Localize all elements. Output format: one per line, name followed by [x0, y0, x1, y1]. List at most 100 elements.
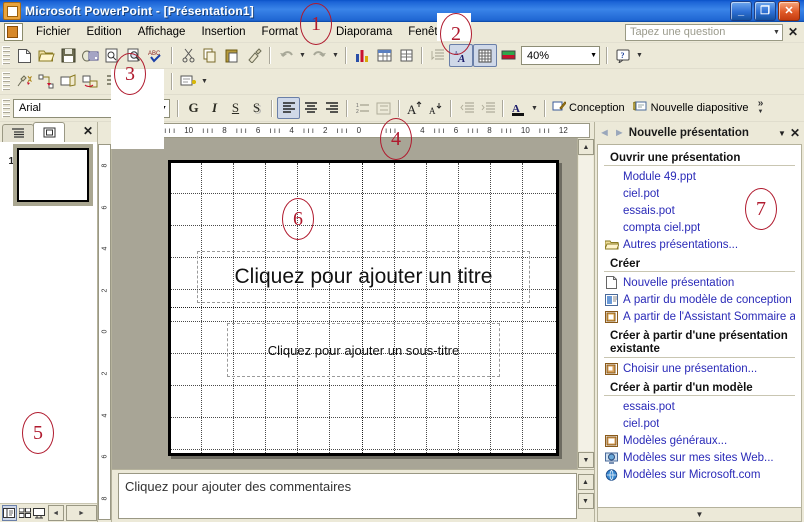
slides-tab[interactable] [33, 122, 65, 142]
redo-icon[interactable] [308, 45, 330, 66]
toolbar-grip[interactable] [2, 98, 10, 118]
scroll-down-button[interactable]: ▼ [578, 452, 594, 468]
grid-icon[interactable] [473, 44, 497, 67]
cut-icon[interactable] [177, 45, 199, 66]
title-placeholder[interactable]: Cliquez pour ajouter un titre [197, 251, 530, 303]
format-painter-icon[interactable] [243, 45, 265, 66]
scroll-up-button[interactable]: ▲ [578, 139, 594, 155]
close-pane-icon[interactable]: ✕ [83, 124, 93, 138]
decrease-indent-icon[interactable] [456, 98, 477, 118]
drawing-overflow-icon[interactable]: ▼ [199, 71, 210, 92]
general-templates-link[interactable]: Modèles généraux... [623, 435, 727, 447]
task-pane-more-button[interactable]: ▼ [597, 507, 802, 522]
new-presentation-link[interactable]: Nouvelle présentation [623, 277, 734, 289]
increase-font-size-icon[interactable]: A [404, 98, 425, 118]
spellcheck-icon[interactable]: ABC [145, 45, 167, 66]
scrollbar-track[interactable] [579, 156, 593, 451]
color-grayscale-icon[interactable] [497, 45, 519, 66]
align-right-icon[interactable] [321, 98, 342, 118]
notes-scrollbar[interactable]: ▲ ▼ [577, 470, 594, 522]
notes-scroll-up[interactable]: ▲ [577, 474, 594, 490]
pane-scroll-right[interactable]: ► [65, 505, 98, 521]
decrease-font-size-icon[interactable]: A [425, 98, 446, 118]
new-document-icon[interactable] [13, 45, 35, 66]
underline-button[interactable]: S [225, 98, 246, 118]
numbered-list-icon[interactable]: 12 [352, 98, 373, 118]
subtitle-placeholder[interactable]: Cliquez pour ajouter un sous-titre [227, 323, 500, 377]
thumbnail-row[interactable]: 1 [4, 144, 97, 206]
undo-dropdown-icon[interactable]: ▼ [297, 45, 308, 66]
outline-levels-icon[interactable] [427, 45, 449, 66]
slide-vertical-scrollbar[interactable]: ▲ ▼ [577, 138, 594, 469]
notes-scroll-down[interactable]: ▼ [577, 493, 594, 509]
new-slide-icon[interactable] [177, 71, 199, 92]
align-left-icon[interactable] [277, 97, 300, 119]
recent-file-link[interactable]: ciel.pot [623, 188, 659, 200]
microsoft-templates-link[interactable]: Modèles sur Microsoft.com [623, 469, 760, 481]
restore-button[interactable]: ❐ [754, 1, 776, 21]
menu-fichier[interactable]: Fichier [28, 24, 79, 40]
undo-icon[interactable] [275, 45, 297, 66]
menu-edition[interactable]: Edition [79, 24, 130, 40]
search-file-icon[interactable] [101, 45, 123, 66]
help-dropdown-icon[interactable]: ▼ [634, 45, 645, 66]
design-icon[interactable] [57, 71, 79, 92]
template-link[interactable]: ciel.pot [623, 418, 659, 430]
insert-table-icon[interactable] [373, 45, 395, 66]
close-icon[interactable]: ✕ [790, 126, 800, 140]
slide-sorter-view-icon[interactable] [18, 506, 32, 520]
insert-columns-icon[interactable] [395, 45, 417, 66]
italic-button[interactable]: I [204, 98, 225, 118]
normal-view-icon[interactable] [2, 505, 17, 521]
pane-scroll-left[interactable]: ◄ [47, 505, 64, 521]
chevron-down-icon[interactable]: ▼ [773, 29, 780, 36]
align-center-icon[interactable] [300, 98, 321, 118]
font-color-icon[interactable]: A [508, 98, 529, 118]
forward-icon[interactable]: ► [614, 127, 625, 139]
recent-file-link[interactable]: Module 49.ppt [623, 171, 696, 183]
font-color-dropdown-icon[interactable]: ▼ [529, 98, 540, 119]
custom-animation-icon[interactable] [35, 71, 57, 92]
animation-schemes-icon[interactable] [13, 71, 35, 92]
open-folder-icon[interactable] [35, 45, 57, 66]
toolbar-grip[interactable] [2, 72, 10, 91]
bold-button[interactable]: G [183, 98, 204, 118]
menu-diaporama[interactable]: Diaporama [328, 24, 400, 40]
paste-icon[interactable] [221, 45, 243, 66]
back-icon[interactable]: ◄ [599, 127, 610, 139]
template-link[interactable]: essais.pot [623, 401, 675, 413]
recent-file-link[interactable]: essais.pot [623, 205, 675, 217]
save-icon[interactable] [57, 45, 79, 66]
toolbar-grip[interactable] [2, 46, 10, 65]
menu-affichage[interactable]: Affichage [130, 24, 194, 40]
minimize-button[interactable]: _ [730, 1, 752, 21]
design-button[interactable]: Conception [550, 100, 631, 116]
menu-format[interactable]: Format [254, 24, 306, 40]
bulleted-list-icon[interactable] [373, 98, 394, 118]
outline-tab[interactable] [2, 124, 34, 142]
insert-chart-icon[interactable] [351, 45, 373, 66]
autocontent-wizard-link[interactable]: À partir de l'Assistant Sommaire au [623, 311, 795, 323]
chevron-down-icon[interactable]: ▼ [778, 129, 786, 138]
zoom-combobox[interactable]: 40% ▼ [521, 46, 600, 65]
slide-canvas[interactable]: Cliquez pour ajouter un titre Cliquez po… [168, 160, 559, 456]
close-button[interactable]: ✕ [778, 1, 800, 21]
horizontal-ruler[interactable]: 12 ı ı ı 10 ı ı ı 8 ı ı ı 6 ı ı ı 4 ı ı … [112, 122, 594, 138]
vertical-ruler[interactable]: 8 6 4 2 0 2 4 6 8 [98, 122, 112, 522]
other-presentations-link[interactable]: Autres présentations... [623, 239, 738, 251]
choose-presentation-link[interactable]: Choisir une présentation... [623, 363, 757, 375]
toolbar-overflow-icon[interactable]: » ▼ [755, 99, 767, 116]
email-icon[interactable] [79, 45, 101, 66]
redo-dropdown-icon[interactable]: ▼ [330, 45, 341, 66]
new-slide-button[interactable]: Nouvelle diapositive [631, 100, 755, 116]
ask-close-icon[interactable]: ✕ [786, 25, 800, 39]
recent-file-link[interactable]: compta ciel.ppt [623, 222, 700, 234]
design-template-link[interactable]: À partir du modèle de conception [623, 294, 792, 306]
web-templates-link[interactable]: Modèles sur mes sites Web... [623, 452, 774, 464]
help-icon[interactable]: ? [612, 45, 634, 66]
increase-indent-icon[interactable] [477, 98, 498, 118]
transition-icon[interactable] [79, 71, 101, 92]
print-preview-icon[interactable] [123, 45, 145, 66]
notes-input[interactable]: Cliquez pour ajouter des commentaires [118, 473, 577, 519]
slide-thumbnail-1[interactable] [13, 144, 93, 206]
